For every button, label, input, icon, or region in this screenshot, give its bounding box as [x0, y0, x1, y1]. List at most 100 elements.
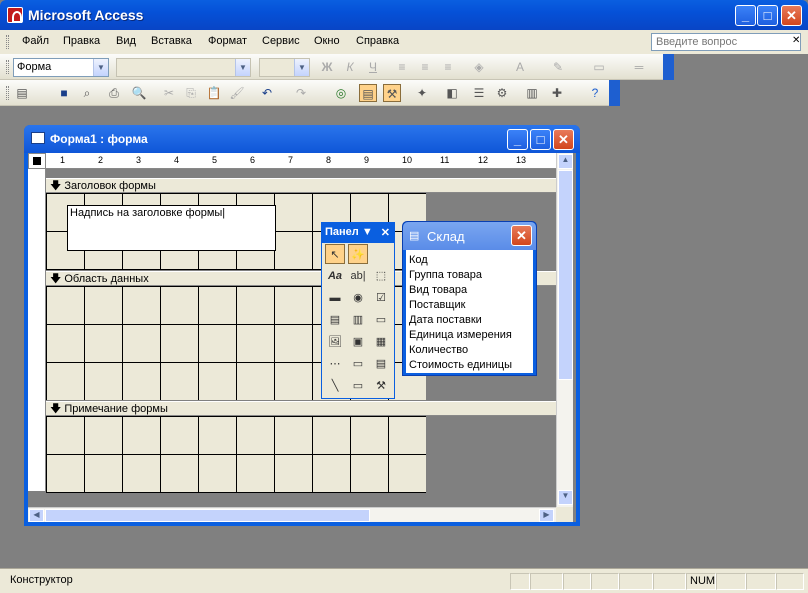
- field-list-item[interactable]: Код: [409, 253, 530, 268]
- field-list-item[interactable]: Стоимость единицы: [409, 358, 530, 373]
- properties-icon[interactable]: ☰: [470, 84, 488, 102]
- autoformat-icon[interactable]: ✦: [413, 84, 431, 102]
- form-icon[interactable]: [31, 132, 45, 144]
- toggle-button-icon[interactable]: ▬: [325, 288, 345, 308]
- close-button[interactable]: ✕: [781, 5, 802, 26]
- builder-icon[interactable]: ⚙: [493, 84, 511, 102]
- bold-icon[interactable]: Ж: [318, 58, 336, 76]
- hyperlink-icon[interactable]: ◎: [332, 84, 350, 102]
- save-icon[interactable]: ■: [55, 84, 73, 102]
- menu-insert[interactable]: Вставка: [151, 35, 192, 47]
- textbox-tool-icon[interactable]: ab|: [348, 266, 368, 286]
- scroll-down-icon[interactable]: ▼: [558, 490, 573, 505]
- horizontal-scrollbar[interactable]: ◀ ▶: [28, 507, 556, 522]
- copy-icon[interactable]: ⎘: [182, 84, 200, 102]
- scroll-right-icon[interactable]: ▶: [539, 509, 554, 522]
- subform-icon[interactable]: ▤: [371, 354, 391, 374]
- field-list-item[interactable]: Единица измерения: [409, 328, 530, 343]
- form-maximize-button[interactable]: □: [530, 129, 551, 150]
- select-objects-icon[interactable]: ↖: [325, 244, 345, 264]
- menu-window[interactable]: Окно: [314, 35, 340, 47]
- field-list-icon[interactable]: ▤: [359, 84, 377, 102]
- horizontal-scroll-thumb[interactable]: [45, 509, 370, 522]
- new-object-icon[interactable]: ✚: [548, 84, 566, 102]
- font-color-icon[interactable]: A: [511, 58, 529, 76]
- align-left-icon[interactable]: ≡: [393, 58, 411, 76]
- menubar-grip[interactable]: [6, 35, 9, 49]
- toolbox-menu-icon[interactable]: ▼: [362, 226, 373, 238]
- redo-icon[interactable]: ↷: [292, 84, 310, 102]
- field-list-item[interactable]: Группа товара: [409, 268, 530, 283]
- help-icon[interactable]: ?: [586, 84, 604, 102]
- form-selector[interactable]: [28, 153, 46, 169]
- toolbar-options-chevron[interactable]: [663, 54, 674, 80]
- more-controls-icon[interactable]: ⚒: [371, 376, 391, 396]
- menu-help[interactable]: Справка: [356, 35, 399, 47]
- form-close-button[interactable]: ✕: [553, 129, 574, 150]
- fill-color-icon[interactable]: ◈: [470, 58, 488, 76]
- list-box-icon[interactable]: ▥: [348, 310, 368, 330]
- font-combo[interactable]: ▼: [116, 58, 251, 77]
- control-wizards-icon[interactable]: ✨: [348, 244, 368, 264]
- print-preview-icon[interactable]: 🔍: [130, 84, 148, 102]
- section-footer-bar[interactable]: 🡇 Примечание формы: [46, 401, 556, 416]
- menu-view[interactable]: Вид: [116, 35, 136, 47]
- image-tool-icon[interactable]: 🖼: [325, 332, 345, 352]
- undo-icon[interactable]: ↶: [258, 84, 276, 102]
- field-list-item[interactable]: Вид товара: [409, 283, 530, 298]
- object-combo[interactable]: Форма ▼: [13, 58, 109, 77]
- field-list-titlebar[interactable]: ▤ Склад ✕: [403, 222, 536, 250]
- unbound-object-icon[interactable]: ▣: [348, 332, 368, 352]
- access-app-icon[interactable]: [7, 7, 23, 23]
- tab-control-icon[interactable]: ▭: [348, 354, 368, 374]
- toolbar-grip[interactable]: [6, 86, 9, 100]
- file-search-icon[interactable]: ⌕: [78, 84, 96, 102]
- option-group-icon[interactable]: ⬚: [371, 266, 391, 286]
- menu-file[interactable]: Файл: [22, 35, 49, 47]
- form-window-titlebar[interactable]: Форма1 : форма _ □ ✕: [24, 125, 580, 153]
- field-list-item[interactable]: Количество: [409, 343, 530, 358]
- line-tool-icon[interactable]: ╲: [325, 376, 345, 396]
- label-tool-icon[interactable]: Aa: [325, 266, 345, 286]
- menu-format[interactable]: Формат: [208, 35, 247, 47]
- view-icon[interactable]: ▤: [13, 84, 31, 102]
- bound-object-icon[interactable]: ▦: [371, 332, 391, 352]
- toolbar-options-chevron[interactable]: [609, 80, 620, 106]
- align-center-icon[interactable]: ≡: [416, 58, 434, 76]
- footer-grid[interactable]: [46, 416, 426, 493]
- option-button-icon[interactable]: ◉: [348, 288, 368, 308]
- header-label-box[interactable]: Надпись на заголовке формы|: [67, 205, 276, 251]
- vertical-scroll-thumb[interactable]: [558, 170, 573, 380]
- form-minimize-button[interactable]: _: [507, 129, 528, 150]
- vertical-scrollbar[interactable]: ▲ ▼: [556, 153, 573, 507]
- field-list-item[interactable]: Поставщик: [409, 298, 530, 313]
- align-right-icon[interactable]: ≡: [439, 58, 457, 76]
- close-child-icon[interactable]: ✕: [792, 35, 800, 46]
- minimize-button[interactable]: _: [735, 5, 756, 26]
- cut-icon[interactable]: ✂: [160, 84, 178, 102]
- font-size-combo[interactable]: ▼: [259, 58, 310, 77]
- command-button-icon[interactable]: ▭: [371, 310, 391, 330]
- field-list-close-button[interactable]: ✕: [511, 225, 532, 246]
- line-color-icon[interactable]: ✎: [549, 58, 567, 76]
- page-break-icon[interactable]: ⋯: [325, 354, 345, 374]
- toolbox-titlebar[interactable]: Панел ▼ ✕: [322, 223, 394, 243]
- database-window-icon[interactable]: ▥: [523, 84, 541, 102]
- toolbox-close-icon[interactable]: ✕: [381, 226, 390, 239]
- help-question-input[interactable]: Введите вопрос: [651, 33, 801, 51]
- menu-edit[interactable]: Правка: [63, 35, 100, 47]
- maximize-button[interactable]: □: [757, 5, 778, 26]
- format-painter-icon[interactable]: 🖌: [228, 84, 246, 102]
- rectangle-tool-icon[interactable]: ▭: [348, 376, 368, 396]
- scroll-up-icon[interactable]: ▲: [558, 154, 573, 169]
- code-icon[interactable]: ◧: [443, 84, 461, 102]
- line-style-icon[interactable]: ═: [630, 58, 648, 76]
- print-icon[interactable]: ⎙: [105, 84, 123, 102]
- toolbox-icon[interactable]: ⚒: [383, 84, 401, 102]
- underline-icon[interactable]: Ч: [364, 58, 382, 76]
- field-list-item[interactable]: Дата поставки: [409, 313, 530, 328]
- border-width-icon[interactable]: ▭: [590, 58, 608, 76]
- italic-icon[interactable]: К: [341, 58, 359, 76]
- combo-box-icon[interactable]: ▤: [325, 310, 345, 330]
- paste-icon[interactable]: 📋: [205, 84, 223, 102]
